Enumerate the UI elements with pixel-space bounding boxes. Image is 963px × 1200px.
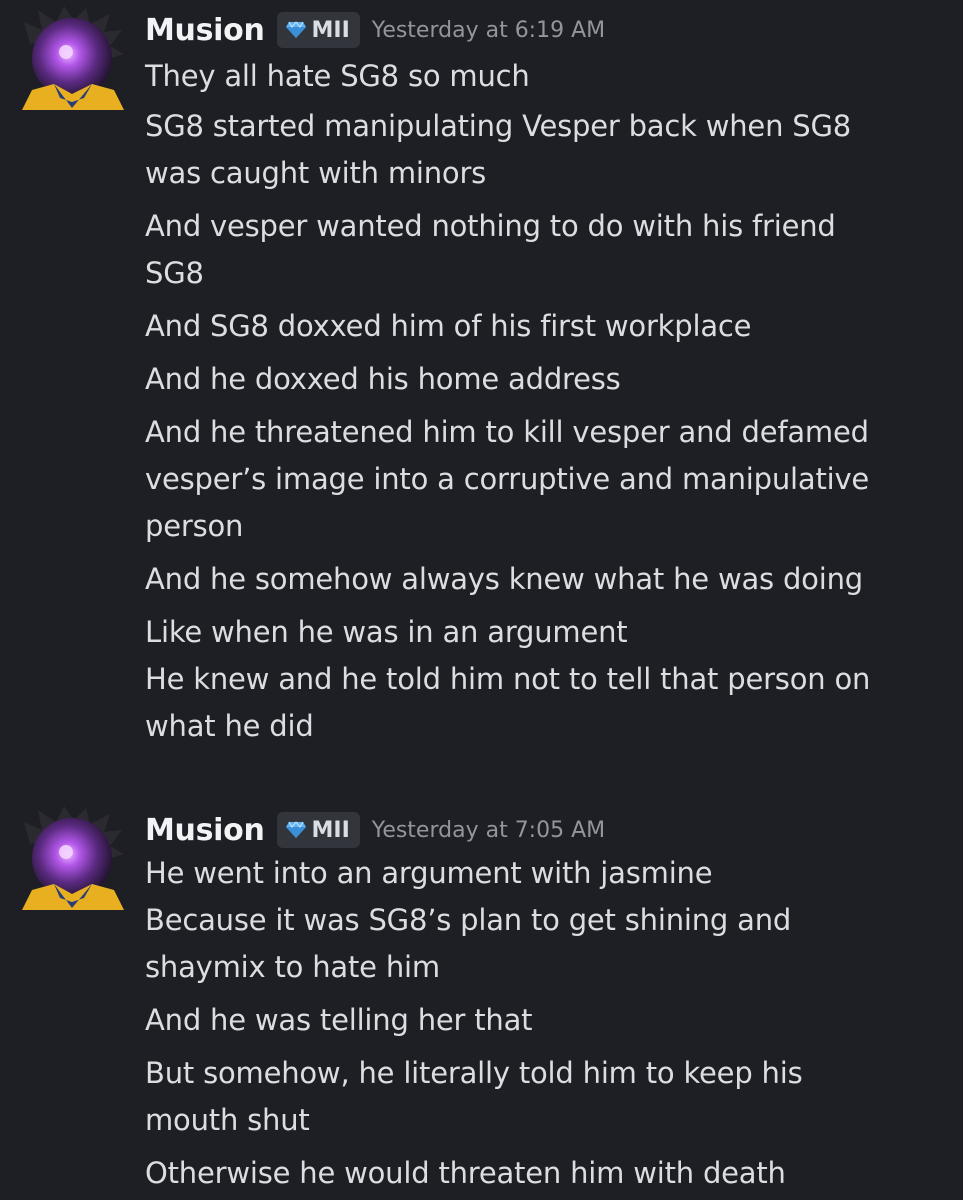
clan-tag[interactable]: MII — [276, 812, 360, 848]
message-line: vesper’s image into a corruptive and man… — [145, 462, 870, 496]
message-line: He knew and he told him not to tell that… — [145, 662, 871, 696]
username[interactable]: Musion — [145, 13, 265, 48]
message-line: SG8 started manipulating Vesper back whe… — [145, 109, 852, 143]
message-line: Like when he was in an argument — [145, 615, 628, 649]
message-line: mouth shut — [145, 1103, 310, 1137]
message-line: was caught with minors — [145, 156, 487, 190]
message-line: And he was telling her that — [145, 1003, 533, 1037]
chat-message-list: Musion MII Yesterday at 6:19 AM They all… — [0, 0, 963, 1200]
avatar-icon[interactable] — [20, 804, 126, 910]
timestamp: Yesterday at 7:05 AM — [371, 817, 606, 843]
message-line: And SG8 doxxed him of his first workplac… — [145, 309, 752, 343]
message-header: Musion MII Yesterday at 6:19 AM — [145, 8, 605, 52]
message-line: SG8 — [145, 256, 204, 290]
message-line: And he doxxed his home address — [145, 362, 621, 396]
message-line: And he threatened him to kill vesper and… — [145, 415, 869, 449]
message-line: They all hate SG8 so much — [145, 59, 530, 93]
diamond-icon — [285, 821, 306, 838]
clan-tag[interactable]: MII — [276, 12, 360, 48]
username[interactable]: Musion — [145, 813, 265, 848]
message-content: They all hate SG8 so much SG8 started ma… — [145, 50, 945, 750]
message-line: Because it was SG8’s plan to get shining… — [145, 903, 792, 937]
message-header: Musion MII Yesterday at 7:05 AM — [145, 808, 605, 852]
message-line: Otherwise he would threaten him with dea… — [145, 1156, 786, 1190]
message-line: shaymix to hate him — [145, 950, 440, 984]
timestamp: Yesterday at 6:19 AM — [371, 17, 606, 43]
tag-label: MII — [311, 17, 350, 43]
message-line: person — [145, 509, 244, 543]
tag-label: MII — [311, 817, 350, 843]
message-line: But somehow, he literally told him to ke… — [145, 1056, 803, 1090]
diamond-icon — [285, 21, 306, 38]
avatar-icon[interactable] — [20, 4, 126, 110]
message-line: And vesper wanted nothing to do with his… — [145, 209, 836, 243]
message-content: He went into an argument with jasmine Be… — [145, 850, 945, 1197]
message-line: And he somehow always knew what he was d… — [145, 562, 863, 596]
message-line: what he did — [145, 709, 314, 743]
message-line: He went into an argument with jasmine — [145, 856, 713, 890]
